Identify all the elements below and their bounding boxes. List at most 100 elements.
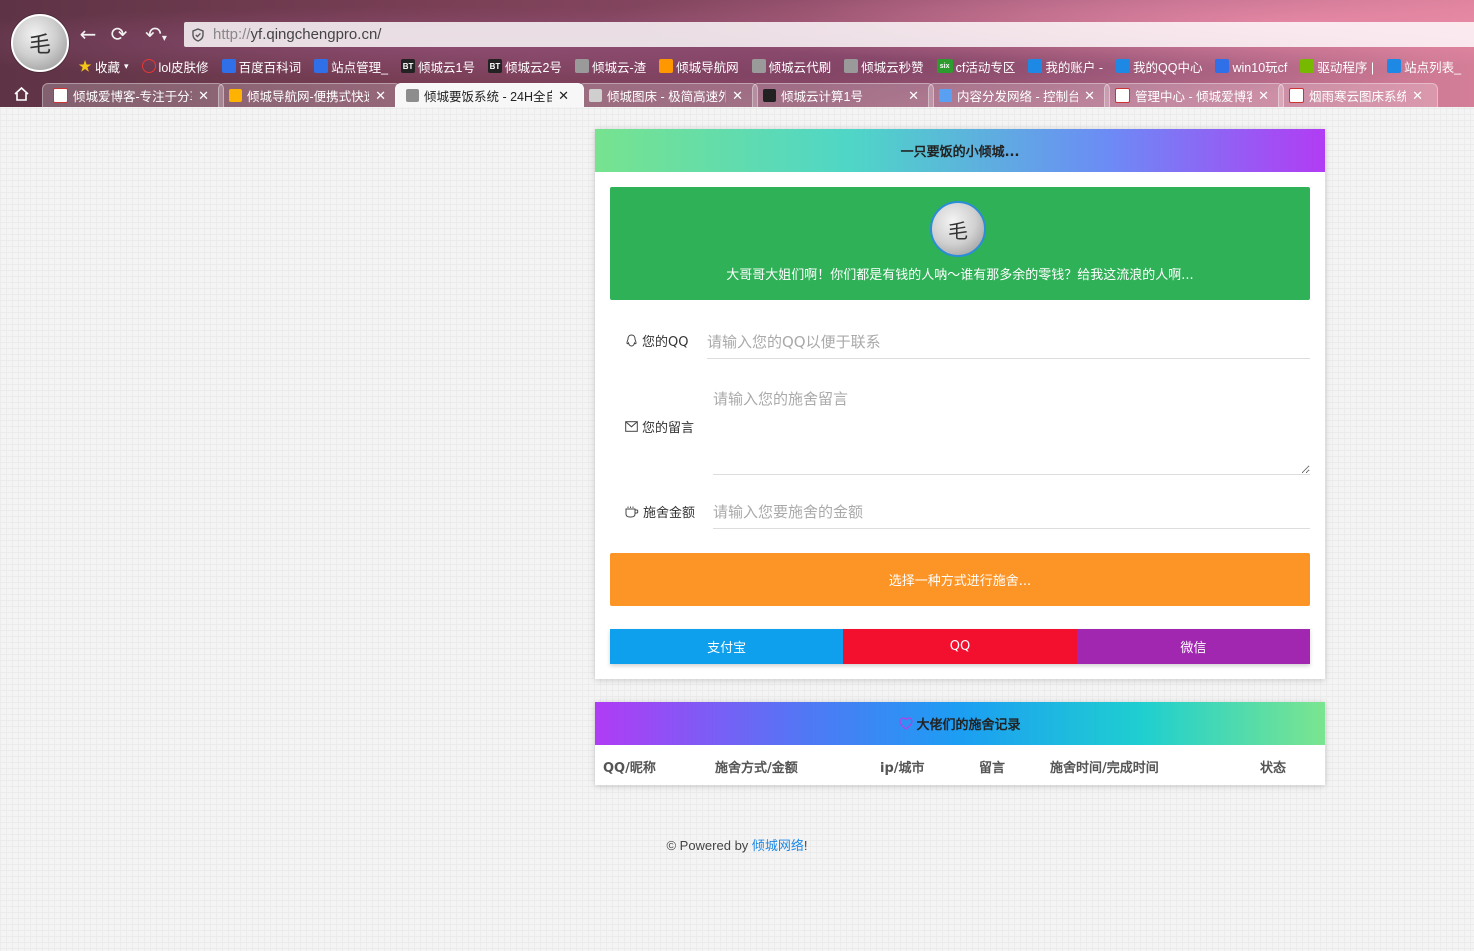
back-arrow-icon[interactable]: ← — [76, 22, 100, 46]
close-tab-icon[interactable]: ✕ — [908, 88, 919, 104]
bookmark-item[interactable]: BT 倾城云2号 — [487, 57, 562, 76]
records-card: 大佬们的施舍记录 QQ/昵称 施舍方式/金额 ip/城市 留言 施舍时间/完成时… — [595, 702, 1325, 785]
bookmark-item[interactable]: lol皮肤修 — [141, 57, 209, 76]
footer-suffix: ! — [803, 838, 808, 853]
close-tab-icon[interactable]: ✕ — [732, 88, 743, 104]
baidu-paw-icon — [314, 59, 329, 73]
tab-title: 倾城要饭系统 - 24H全自 — [424, 90, 553, 104]
bookmark-label: 倾城云2号 — [504, 60, 562, 75]
bookmark-item[interactable]: 我的账户 - — [1028, 57, 1103, 76]
bookmark-item[interactable]: win10玩cf — [1215, 57, 1287, 76]
bookmark-label: 倾城云1号 — [418, 60, 475, 75]
choose-method-button[interactable]: 选择一种方式进行施舍... — [610, 553, 1310, 606]
amount-input[interactable] — [713, 495, 1310, 529]
close-tab-icon[interactable]: ✕ — [375, 88, 386, 104]
message-textarea[interactable] — [713, 382, 1310, 475]
address-bar[interactable]: http:// yf.qingchengpro.cn/ — [184, 22, 1474, 47]
bookmark-label: 收藏 — [95, 60, 121, 75]
envelope-icon — [625, 421, 638, 432]
close-tab-icon[interactable]: ✕ — [1258, 88, 1269, 104]
records-title: 大佬们的施舍记录 — [916, 718, 1021, 733]
home-icon[interactable] — [0, 81, 42, 107]
close-tab-icon[interactable]: ✕ — [198, 88, 209, 104]
tab-title: 倾城图床 - 极简高速外链 — [607, 90, 726, 104]
red-circle-icon — [141, 59, 156, 73]
browser-tab[interactable]: 倾城爱博客-专注于分享 ✕ — [42, 83, 224, 107]
donation-card: 一只要饭的小倾城... 毛 大哥哥大姐们啊！你们都是有钱的人呐～谁有那多余的零钱… — [595, 129, 1325, 679]
bookmark-item[interactable]: 倾城云秒赞 — [844, 57, 924, 76]
message-row: 您的留言 — [625, 417, 707, 436]
alipay-button[interactable]: 支付宝 — [610, 629, 844, 664]
column-header: 施舍方式/金额 — [715, 761, 798, 776]
url-protocol: http:// — [213, 26, 251, 43]
chevron-down-icon: ▾ — [124, 60, 129, 71]
browser-chrome: 毛 ← ⟳ ↶▾ http:// yf.qingchengpro.cn/ ★ 收藏… — [0, 0, 1474, 107]
card-title: 一只要饭的小倾城... — [595, 129, 1325, 172]
profile-avatar: 毛 — [930, 201, 986, 257]
qq-pay-button[interactable]: QQ — [843, 629, 1077, 664]
column-header: QQ/昵称 — [603, 761, 656, 776]
column-header: 施舍时间/完成时间 — [1050, 761, 1159, 776]
bookmark-label: 倾城云秒赞 — [861, 60, 924, 75]
bookmark-item[interactable]: 我的QQ中心 — [1116, 57, 1202, 76]
tab-title: 内容分发网络 - 控制台 — [957, 90, 1079, 104]
bookmarks-bar: ★ 收藏 ▾ lol皮肤修 百度百科词 站点管理_ BT 倾城云1号 BT 倾城云2号 倾城云-渣… — [0, 54, 1474, 78]
tab-title: 倾城导航网-便携式快速 — [247, 90, 370, 104]
tab-title: 倾城云计算1号 — [781, 90, 863, 104]
bookmark-label: 百度百科词 — [238, 60, 302, 75]
pencil-favicon — [229, 89, 242, 102]
page-favicon — [406, 89, 419, 102]
bookmark-item[interactable]: 倾城云代刷 — [751, 57, 831, 76]
qq-penguin-icon — [626, 334, 637, 347]
bookmark-item[interactable]: BT 倾城云1号 — [401, 57, 475, 76]
qq-icon — [1116, 59, 1131, 73]
bookmark-label: 我的账户 - — [1045, 60, 1104, 75]
bookmark-item[interactable]: 站点管理_ — [314, 57, 388, 76]
bookmark-item[interactable]: 倾城导航网 — [659, 57, 739, 76]
bookmark-item[interactable]: six cf活动专区 — [936, 57, 1015, 76]
close-tab-icon[interactable]: ✕ — [1412, 88, 1423, 104]
tab-title: 烟雨寒云图床系统. — [1309, 90, 1407, 104]
browser-tab[interactable]: 管理中心 - 倾城爱博客 ✕ — [1104, 83, 1284, 107]
message-label: 您的留言 — [625, 417, 707, 436]
browser-tab[interactable]: 内容分发网络 - 控制台 ✕ — [928, 83, 1110, 107]
bt-favicon — [763, 89, 776, 102]
welcome-banner: 毛 大哥哥大姐们啊！你们都是有钱的人呐～谁有那多余的零钱？给我这流浪的人啊... — [610, 187, 1310, 300]
footer-link[interactable]: 倾城网络 — [752, 838, 804, 853]
refresh-icon[interactable]: ⟳ — [107, 22, 131, 46]
image-favicon — [589, 89, 602, 102]
bookmark-item[interactable]: 百度百科词 — [221, 57, 302, 76]
browser-tab[interactable]: 倾城要饭系统 - 24H全自 ✕ — [395, 83, 584, 107]
browser-tab[interactable]: 倾城云计算1号 ✕ — [752, 83, 934, 107]
browser-tab[interactable]: 烟雨寒云图床系统. ✕ — [1278, 83, 1438, 107]
heart-icon — [899, 717, 914, 730]
nvidia-icon — [1300, 59, 1315, 73]
bookmark-item[interactable]: 倾城云-渣 — [574, 57, 646, 76]
undo-icon[interactable]: ↶▾ — [139, 22, 173, 46]
page-icon — [574, 59, 589, 73]
browser-tab[interactable]: 倾城图床 - 极简高速外链 ✕ — [578, 83, 758, 107]
baidu-paw-icon — [221, 59, 236, 73]
close-tab-icon[interactable]: ✕ — [558, 88, 569, 104]
qq-input[interactable] — [707, 326, 1310, 359]
message-label-text: 您的留言 — [642, 421, 695, 436]
amount-label-text: 施舍金额 — [643, 506, 696, 521]
amount-row: 施舍金额 — [625, 502, 713, 521]
bookmark-label: lol皮肤修 — [158, 60, 209, 75]
bookmark-item[interactable]: 站点列表_ — [1387, 57, 1461, 76]
star-icon: ★ — [78, 57, 92, 74]
coffee-cup-icon — [625, 506, 639, 517]
payment-methods: 支付宝 QQ 微信 — [610, 629, 1310, 664]
close-tab-icon[interactable]: ✕ — [1084, 88, 1095, 104]
column-header: ip/城市 — [880, 761, 925, 776]
wechat-pay-button[interactable]: 微信 — [1076, 629, 1310, 664]
bookmark-item[interactable]: ★ 收藏 ▾ — [78, 57, 129, 76]
baidu-paw-icon — [1215, 59, 1230, 73]
bookmark-label: 站点管理_ — [331, 60, 389, 75]
shield-icon — [192, 27, 204, 42]
banner-text: 大哥哥大姐们啊！你们都是有钱的人呐～谁有那多余的零钱？给我这流浪的人啊... — [726, 268, 1194, 283]
bookmark-label: 倾城导航网 — [676, 60, 739, 75]
browser-tab[interactable]: 倾城导航网-便携式快速 ✕ — [218, 83, 401, 107]
blog-favicon — [1115, 88, 1130, 103]
bookmark-item[interactable]: 驱动程序 | — [1300, 57, 1374, 76]
